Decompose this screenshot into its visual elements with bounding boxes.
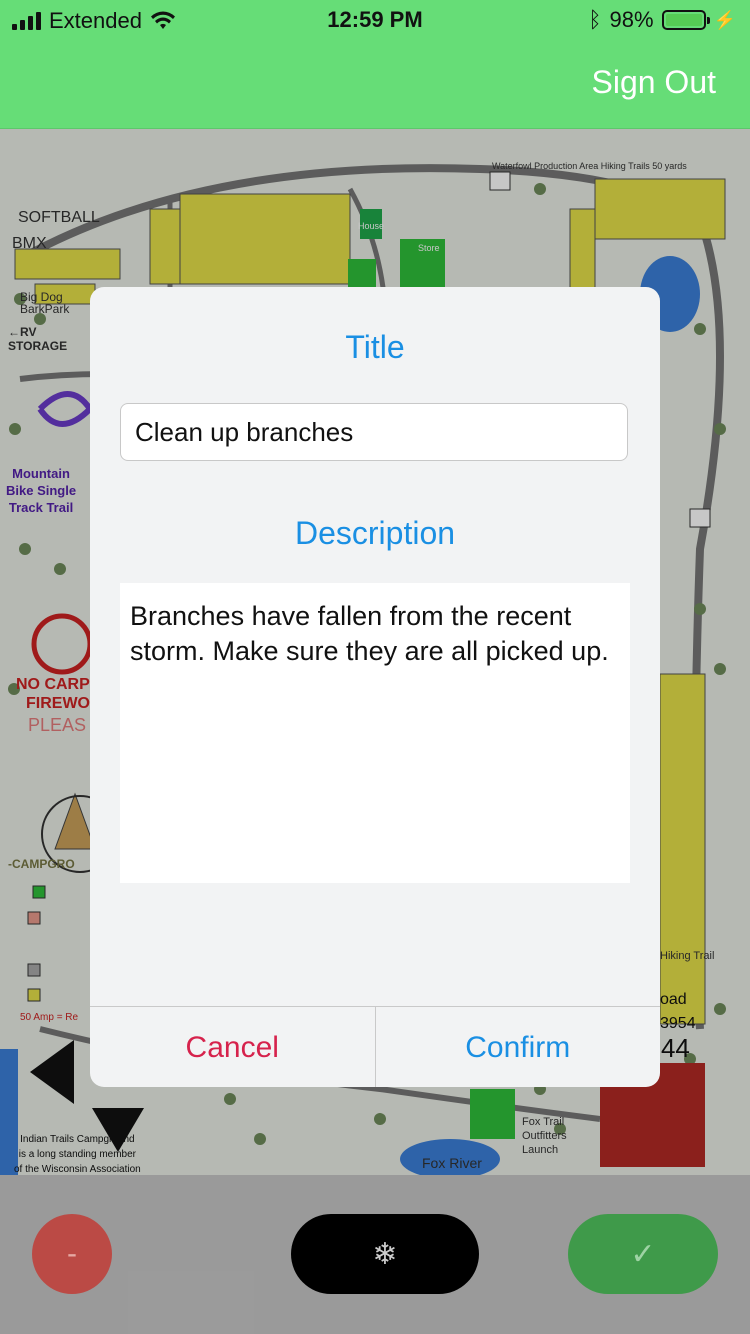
bluetooth-icon: ᛒ	[588, 7, 602, 32]
checkmark-icon: ✓	[630, 1237, 656, 1271]
battery-percent: 98%	[609, 7, 654, 32]
remove-button[interactable]: -	[32, 1214, 112, 1294]
status-right: ᛒ 98% ⚡	[588, 7, 736, 33]
confirm-button[interactable]: Confirm	[376, 1007, 661, 1087]
confirm-fab-button[interactable]: ✓	[568, 1214, 718, 1294]
snowflake-icon: ❄	[372, 1237, 398, 1271]
navigation-bar: Extended 12:59 PM ᛒ 98% ⚡ Sign Out	[0, 0, 750, 129]
battery-icon	[661, 10, 710, 30]
freeze-button[interactable]: ❄	[291, 1214, 479, 1294]
title-input[interactable]: Clean up branches	[120, 403, 628, 461]
description-label: Description	[294, 515, 456, 551]
title-label: Title	[345, 329, 405, 365]
cancel-button[interactable]: Cancel	[90, 1007, 376, 1087]
dialog-actions: Cancel Confirm	[90, 1006, 660, 1087]
minus-icon: -	[67, 1237, 77, 1270]
task-dialog: Title Clean up branches Description Bran…	[90, 287, 660, 1087]
status-bar: Extended 12:59 PM ᛒ 98% ⚡	[0, 0, 750, 40]
description-input[interactable]: Branches have fallen from the recent sto…	[120, 583, 630, 883]
charging-icon: ⚡	[713, 9, 736, 30]
sign-out-button[interactable]: Sign Out	[591, 64, 716, 101]
